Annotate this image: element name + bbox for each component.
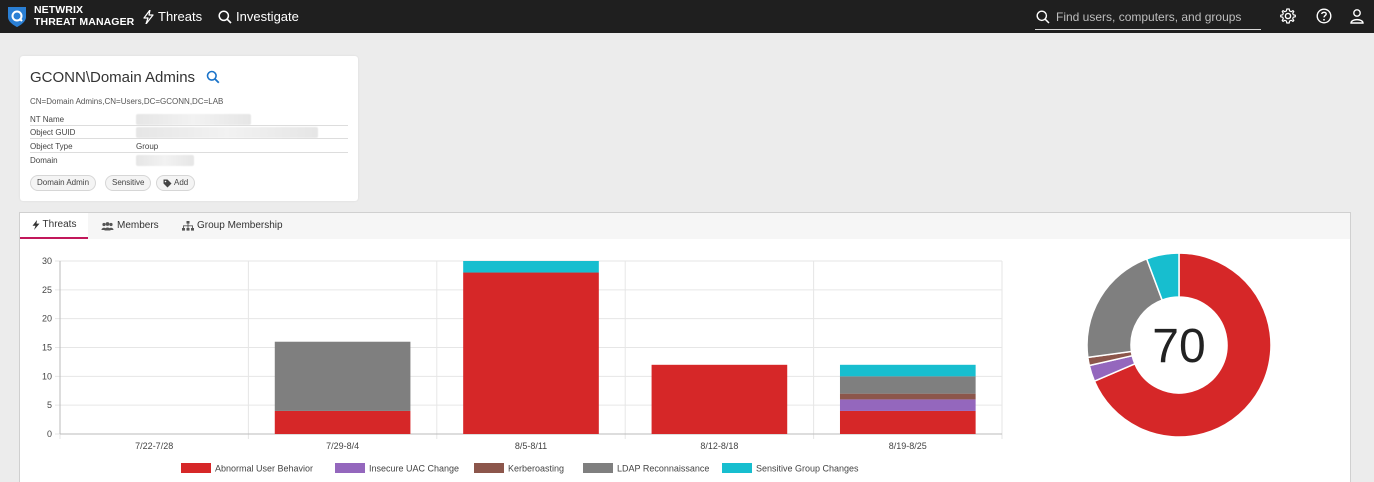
redacted-value (136, 114, 251, 125)
tag-domain-admin[interactable]: Domain Admin (30, 175, 97, 191)
tag-icon (163, 179, 172, 187)
tab-group-membership-label: Group Membership (197, 220, 283, 231)
top-navigation-bar: NETWRIX THREAT MANAGER Threats Investiga… (0, 0, 1374, 33)
nav-investigate-label: Investigate (236, 9, 299, 24)
help-icon[interactable] (1315, 7, 1333, 25)
y-tick-label: 15 (42, 343, 52, 353)
property-value: Group (136, 142, 159, 151)
y-tick-label: 25 (42, 285, 52, 295)
y-tick-label: 30 (42, 256, 52, 266)
legend-swatch (181, 463, 211, 473)
legend-swatch (722, 463, 752, 473)
donut-slice[interactable] (1086, 257, 1164, 359)
global-search-input[interactable] (1056, 10, 1246, 24)
brand-line-1: NETWRIX (34, 4, 84, 16)
search-icon (218, 9, 232, 24)
global-search (1035, 5, 1261, 30)
legend-label: Abnormal User Behavior (215, 464, 313, 474)
legend-swatch (583, 463, 613, 473)
x-tick-label: 8/5-8/11 (515, 441, 547, 451)
y-tick-label: 10 (42, 371, 52, 381)
bar-segment[interactable] (651, 364, 788, 434)
user-icon[interactable] (1348, 7, 1366, 25)
legend-label: Insecure UAC Change (369, 464, 459, 474)
tab-threats[interactable]: Threats (20, 213, 88, 239)
investigate-search-icon[interactable] (206, 70, 220, 84)
legend-swatch (474, 463, 504, 473)
property-row-object-type: Object Type Group (30, 140, 348, 153)
property-key: NT Name (30, 115, 65, 124)
property-key: Domain (30, 156, 58, 165)
x-tick-label: 8/19-8/25 (889, 441, 927, 451)
users-icon (101, 221, 114, 230)
tab-group-membership[interactable]: Group Membership (182, 213, 283, 239)
tab-members[interactable]: Members (101, 213, 159, 239)
property-row-object-guid: Object GUID (30, 126, 348, 139)
tag-sensitive[interactable]: Sensitive (105, 175, 152, 191)
bar-segment[interactable] (463, 261, 599, 273)
details-tabs-panel: Threats Members Group Membership 0 5 10 15 2… (19, 212, 1351, 482)
chart-legend: Abnormal User Behavior Insecure UAC Chang… (181, 463, 859, 474)
bar-segment[interactable] (839, 393, 976, 400)
legend-item[interactable]: Kerberoasting (474, 463, 564, 474)
brand-line-2: THREAT MANAGER (34, 16, 135, 28)
bolt-icon (32, 220, 40, 230)
y-tick-label: 0 (47, 429, 52, 439)
netwrix-logo-icon[interactable] (6, 5, 28, 29)
search-icon (1036, 10, 1050, 24)
y-tick-label: 20 (42, 314, 52, 324)
bolt-icon (143, 9, 154, 24)
bar-segment[interactable] (839, 364, 976, 377)
y-tick-label: 5 (47, 400, 52, 410)
bar-segment[interactable] (274, 410, 411, 434)
legend-item[interactable]: Sensitive Group Changes (722, 463, 859, 474)
bar-segment[interactable] (463, 272, 599, 434)
donut-total-label: 70 (1152, 320, 1205, 373)
add-tag-button[interactable]: Add (156, 175, 196, 191)
nav-threats[interactable]: Threats (143, 0, 202, 33)
gear-icon[interactable] (1279, 7, 1297, 25)
bar-segment[interactable] (839, 399, 976, 411)
property-key: Object GUID (30, 128, 76, 137)
property-key: Object Type (30, 142, 73, 151)
legend-label: Sensitive Group Changes (756, 464, 859, 474)
threats-bar-chart: 0 5 10 15 20 25 30 7/22-7/28 7/29-8/4 8/5-8/11 8/1… (42, 256, 1003, 451)
add-tag-label: Add (174, 178, 189, 187)
tab-bar: Threats Members Group Membership (20, 213, 1350, 239)
x-tick-label: 7/29-8/4 (326, 441, 359, 451)
legend-swatch (335, 463, 365, 473)
redacted-value (136, 127, 318, 138)
distinguished-name: CN=Domain Admins,CN=Users,DC=GCONN,DC=LA… (30, 97, 224, 106)
legend-item[interactable]: Insecure UAC Change (335, 463, 459, 474)
tab-threats-label: Threats (42, 219, 77, 230)
x-tick-label: 7/22-7/28 (135, 441, 173, 451)
bar-segment[interactable] (839, 376, 976, 394)
bar-segment[interactable] (274, 341, 411, 411)
redacted-value (136, 155, 194, 166)
nav-threats-label: Threats (158, 9, 203, 24)
tab-members-label: Members (117, 220, 159, 231)
legend-item[interactable]: LDAP Reconnaissance (583, 463, 709, 474)
threats-donut-chart: 70 (1086, 252, 1272, 438)
bar-segment[interactable] (839, 410, 976, 434)
legend-label: Kerberoasting (508, 464, 564, 474)
brand-name: NETWRIX THREAT MANAGER (34, 4, 134, 28)
legend-label: LDAP Reconnaissance (617, 464, 709, 474)
property-row-nt-name: NT Name (30, 113, 348, 126)
sitemap-icon (182, 221, 194, 231)
object-details-card: GCONN\Domain Admins CN=Domain Admins,CN=… (20, 56, 358, 201)
nav-investigate[interactable]: Investigate (218, 0, 299, 33)
threats-charts: 0 5 10 15 20 25 30 7/22-7/28 7/29-8/4 8/5-8/11 8/1… (42, 252, 1272, 474)
object-title: GCONN\Domain Admins (30, 69, 196, 86)
legend-item[interactable]: Abnormal User Behavior (181, 463, 313, 474)
property-row-domain: Domain (30, 154, 348, 167)
x-tick-label: 8/12-8/18 (700, 441, 738, 451)
